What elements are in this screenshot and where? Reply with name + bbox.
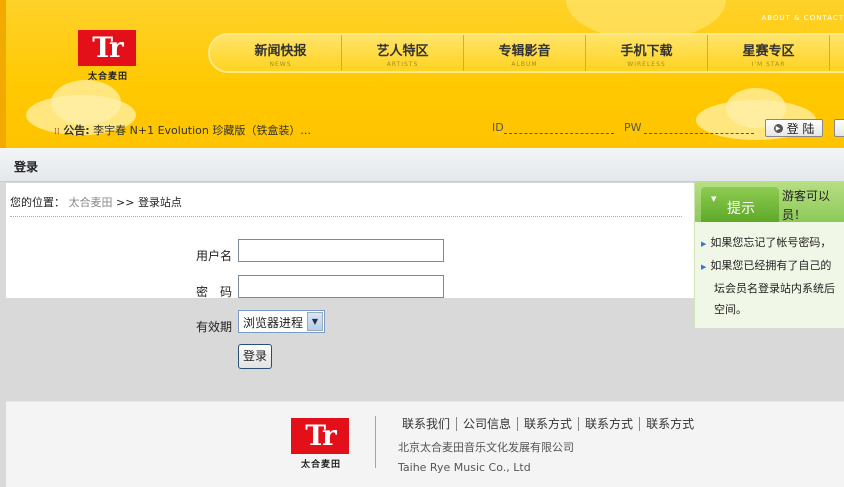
footer-link-company-info[interactable]: 公司信息 <box>457 417 519 431</box>
username-label: 用户名 <box>196 249 233 263</box>
breadcrumb-prefix: 您的位置： <box>10 196 65 209</box>
divider <box>10 216 682 217</box>
triangle-icon: ▼ <box>711 195 717 203</box>
site-header: ABOUT & CONTACT Tr 太合麦田 新闻快报 NEWS 艺人特区 A… <box>0 0 844 148</box>
footer-link-contact[interactable]: 联系方式 <box>579 417 641 431</box>
nav-item-wireless[interactable]: 手机下载 WIRELESS <box>586 35 708 71</box>
footer-link-contact-us[interactable]: 联系我们 <box>396 417 458 431</box>
tip-guest-text: 游客可以员！ <box>782 189 831 222</box>
breadcrumb-home-link[interactable]: 太合麦田 <box>69 196 113 209</box>
id-label: ID <box>492 121 504 134</box>
password-label: 密 码 <box>196 285 233 299</box>
breadcrumb-current: 登录站点 <box>137 196 182 209</box>
bullet-icon: ⁞⁞ <box>54 127 60 137</box>
main-nav: 新闻快报 NEWS 艺人特区 ARTISTS 专辑影音 ALBUM 手机下载 W… <box>208 33 844 73</box>
breadcrumb-separator: >> <box>116 196 135 209</box>
pw-input[interactable] <box>644 133 754 134</box>
page-title-bar: 登录 <box>0 148 844 182</box>
page-title: 登录 <box>14 160 39 174</box>
company-name-cn: 北京太合麦田音乐文化发展有限公司 <box>398 441 574 454</box>
tip-tab: ▼ 提示 <box>701 187 779 222</box>
tip-header: ▼ 提示 游客可以员！ <box>695 182 844 222</box>
breadcrumb: 您的位置： 太合麦田 >> 登录站点 <box>10 194 182 210</box>
nav-item-news[interactable]: 新闻快报 NEWS <box>220 35 342 71</box>
footer-link-contact[interactable]: 联系方式 <box>640 417 700 431</box>
company-name-en: Taihe Rye Music Co., Ltd <box>398 461 531 474</box>
nav-item-im-star[interactable]: 星赛专区 I'M STAR <box>708 35 830 71</box>
header-login-button[interactable]: ▶ 登 陆 <box>765 119 823 137</box>
tip-item: ▶ 如果您忘记了帐号密码， <box>701 236 832 249</box>
announcement-label: 公告: <box>63 124 90 137</box>
pw-label: PW <box>624 121 642 134</box>
bullet-triangle-icon: ▶ <box>701 240 707 248</box>
footer-divider <box>375 416 376 468</box>
footer-logo: Tr 太合麦田 <box>291 418 351 470</box>
logo-mark: Tr <box>291 418 349 454</box>
id-input[interactable] <box>504 133 614 134</box>
chevron-down-icon[interactable]: ▼ <box>307 312 323 331</box>
nav-item-album[interactable]: 专辑影音 ALBUM <box>464 35 586 71</box>
logo-name: 太合麦田 <box>87 72 128 82</box>
nav-item-artists[interactable]: 艺人特区 ARTISTS <box>342 35 464 71</box>
arrow-right-icon: ▶ <box>773 123 783 133</box>
tip-panel: ▼ 提示 游客可以员！ ▶ 如果您忘记了帐号密码， ▶ 如果您已经拥有了自己的 坛会… <box>694 182 844 328</box>
site-footer: Tr 太合麦田 联系我们 公司信息 联系方式 联系方式 联系方式 北京太合麦田音… <box>6 401 844 487</box>
login-submit-button[interactable]: 登录 <box>238 344 272 369</box>
header-register-button[interactable] <box>834 119 844 137</box>
expiry-select[interactable]: 浏览器进程 ▼ <box>238 310 325 333</box>
logo-mark: Tr <box>78 30 136 66</box>
logo-name: 太合麦田 <box>300 460 341 470</box>
announcement: ⁞⁞ 公告: 李宇春 N+1 Evolution 珍藏版（铁盒装）... <box>54 122 311 138</box>
password-field[interactable] <box>238 275 444 298</box>
tip-item: ▶ 如果您已经拥有了自己的 <box>701 259 832 272</box>
header-cloud-decoration <box>51 80 121 125</box>
footer-links: 联系我们 公司信息 联系方式 联系方式 联系方式 <box>396 417 700 431</box>
tip-list: ▶ 如果您忘记了帐号密码， ▶ 如果您已经拥有了自己的 坛会员名登录站内系统后 空间… <box>701 232 835 320</box>
footer-link-contact[interactable]: 联系方式 <box>518 417 580 431</box>
site-logo[interactable]: Tr 太合麦田 <box>78 30 138 82</box>
announcement-link[interactable]: 李宇春 N+1 Evolution 珍藏版（铁盒装）... <box>93 124 311 137</box>
about-contact-link[interactable]: ABOUT & CONTACT <box>762 14 844 22</box>
username-field[interactable] <box>238 239 444 262</box>
bullet-triangle-icon: ▶ <box>701 263 707 271</box>
expiry-label: 有效期 <box>196 320 233 334</box>
